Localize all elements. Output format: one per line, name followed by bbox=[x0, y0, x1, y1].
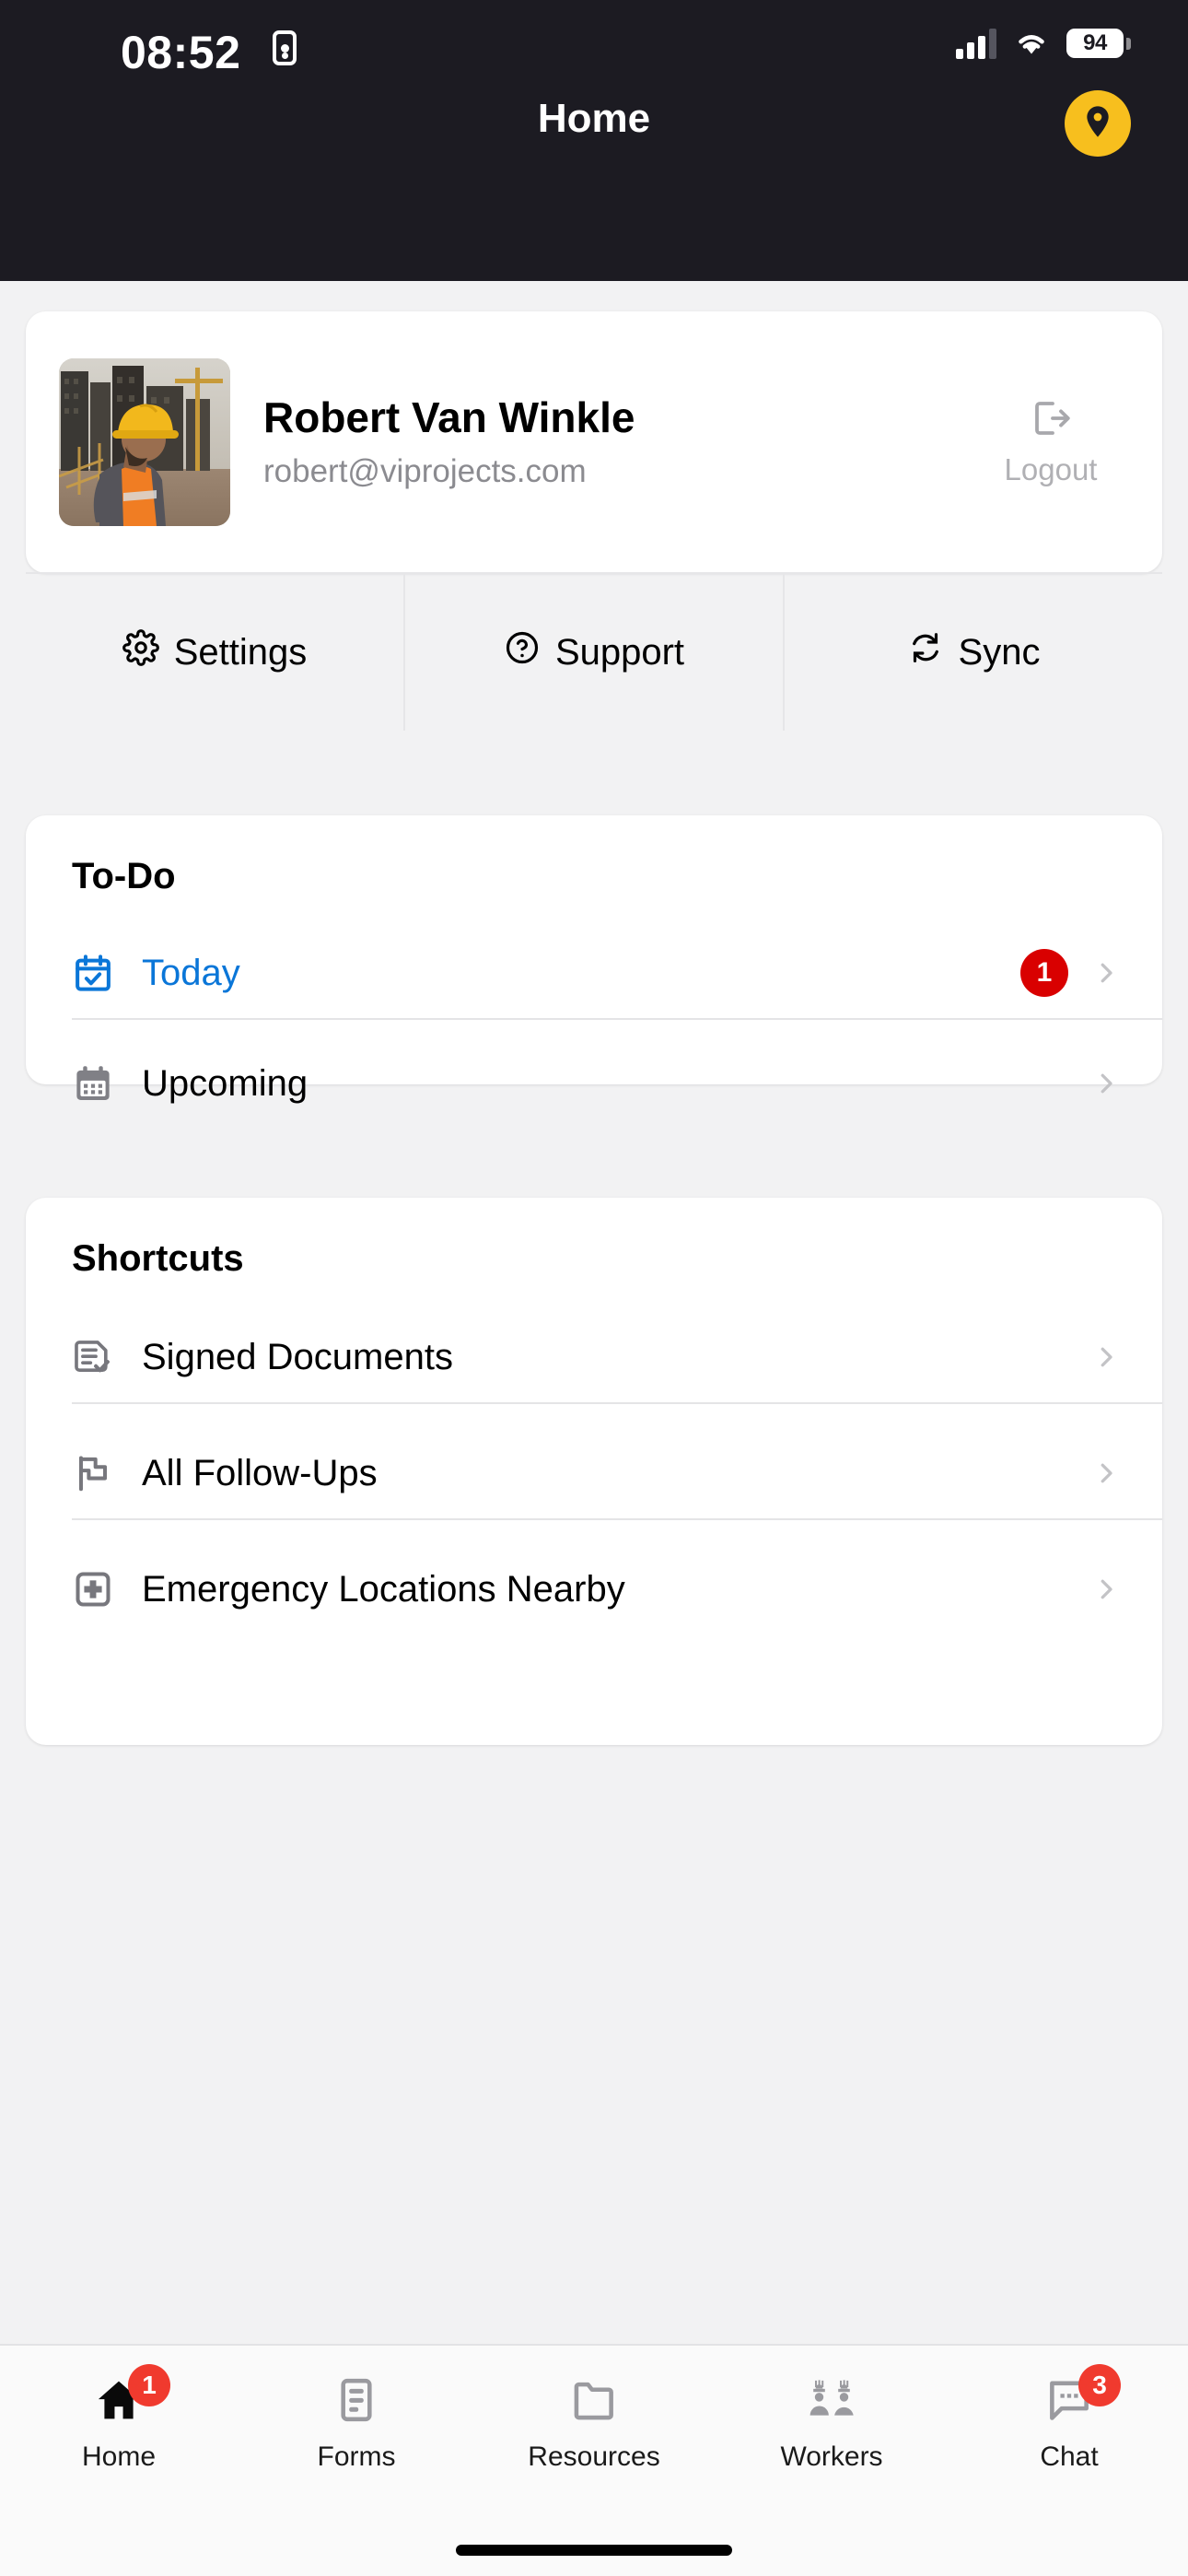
shortcut-all-follow-ups[interactable]: All Follow-Ups bbox=[26, 1428, 1162, 1518]
cellular-signal-icon bbox=[956, 28, 996, 59]
chevron-right-icon bbox=[1092, 1068, 1120, 1099]
location-pin-icon bbox=[1079, 103, 1116, 145]
battery-percent-label: 94 bbox=[1083, 30, 1107, 55]
chevron-right-icon bbox=[1092, 957, 1120, 989]
tab-chat[interactable]: 3 Chat bbox=[950, 2346, 1188, 2512]
medical-cross-icon bbox=[72, 1568, 125, 1610]
sync-label: Sync bbox=[958, 631, 1041, 673]
profile-card: Robert Van Winkle robert@viprojects.com … bbox=[26, 311, 1162, 731]
tab-label: Workers bbox=[780, 2441, 883, 2472]
sync-refresh-icon bbox=[907, 629, 944, 675]
workers-hardhat-icon bbox=[807, 2371, 856, 2429]
wifi-icon bbox=[1013, 29, 1050, 58]
tab-resources[interactable]: Resources bbox=[475, 2346, 713, 2512]
settings-label: Settings bbox=[173, 631, 308, 673]
list-divider bbox=[72, 1518, 1162, 1520]
logout-button[interactable]: Logout bbox=[973, 396, 1129, 487]
forms-document-icon bbox=[332, 2371, 380, 2429]
gear-icon bbox=[122, 629, 159, 675]
todo-item-upcoming[interactable]: Upcoming bbox=[26, 1038, 1162, 1129]
logout-icon bbox=[1029, 396, 1073, 445]
status-bar-time: 08:52 bbox=[121, 27, 241, 78]
tab-label: Home bbox=[81, 2441, 157, 2472]
user-email: robert@viprojects.com bbox=[263, 452, 587, 489]
tab-forms[interactable]: Forms bbox=[238, 2346, 475, 2512]
tab-label: Forms bbox=[317, 2441, 396, 2472]
chat-bubble-icon: 3 bbox=[1045, 2364, 1121, 2429]
todo-item-label: Today bbox=[142, 952, 240, 993]
folder-icon bbox=[570, 2371, 618, 2429]
shortcut-signed-documents[interactable]: Signed Documents bbox=[26, 1312, 1162, 1402]
tab-badge: 1 bbox=[128, 2364, 170, 2406]
bottom-tab-bar: 1 Home Forms Resources Workers 3 Chat bbox=[0, 2344, 1188, 2576]
page-title: Home bbox=[537, 96, 651, 141]
status-badge: 1 bbox=[1020, 949, 1068, 997]
app-header: 08:52 94 Home bbox=[0, 0, 1188, 281]
app-screen: 08:52 94 Home Robert Van Winkle robert@v… bbox=[0, 0, 1188, 2576]
document-check-icon bbox=[72, 1336, 125, 1378]
privacy-lock-icon bbox=[273, 30, 297, 65]
home-icon: 1 bbox=[95, 2364, 170, 2429]
list-divider bbox=[72, 1402, 1162, 1404]
shortcut-label: Signed Documents bbox=[142, 1336, 453, 1377]
logout-label: Logout bbox=[1004, 452, 1098, 486]
shortcuts-card: Shortcuts Signed Documents All Follow-Up… bbox=[26, 1198, 1162, 1745]
support-label: Support bbox=[554, 631, 685, 673]
status-bar: 08:52 94 bbox=[0, 0, 1188, 101]
home-indicator bbox=[456, 2545, 732, 2556]
support-button[interactable]: Support bbox=[403, 574, 783, 731]
profile-text: Robert Van Winkle robert@viprojects.com bbox=[230, 392, 973, 492]
location-pin-button[interactable] bbox=[1065, 90, 1131, 157]
shortcut-emergency-locations[interactable]: Emergency Locations Nearby bbox=[26, 1544, 1162, 1634]
todo-card: To-Do Today 1 Upcoming bbox=[26, 815, 1162, 1104]
tab-label: Resources bbox=[528, 2441, 660, 2472]
battery-indicator: 94 bbox=[1066, 29, 1131, 58]
profile-row: Robert Van Winkle robert@viprojects.com … bbox=[26, 311, 1162, 574]
tab-label: Chat bbox=[1040, 2441, 1099, 2472]
shortcuts-title: Shortcuts bbox=[72, 1238, 244, 1279]
calendar-days-icon bbox=[72, 1062, 125, 1105]
chevron-right-icon bbox=[1092, 1574, 1120, 1605]
tab-badge: 3 bbox=[1078, 2364, 1121, 2406]
construction-worker-avatar bbox=[59, 357, 230, 526]
avatar bbox=[59, 357, 230, 526]
todo-item-label: Upcoming bbox=[142, 1062, 309, 1104]
sync-button[interactable]: Sync bbox=[783, 574, 1162, 731]
tab-home[interactable]: 1 Home bbox=[0, 2346, 238, 2512]
settings-button[interactable]: Settings bbox=[26, 574, 403, 731]
question-circle-icon bbox=[504, 629, 541, 675]
list-divider bbox=[72, 1018, 1162, 1020]
chevron-right-icon bbox=[1092, 1341, 1120, 1373]
tab-workers[interactable]: Workers bbox=[713, 2346, 950, 2512]
flag-icon bbox=[72, 1452, 125, 1494]
quick-actions-row: Settings Support Sync bbox=[26, 574, 1162, 731]
shortcut-label: All Follow-Ups bbox=[142, 1452, 378, 1493]
shortcut-label: Emergency Locations Nearby bbox=[142, 1568, 625, 1610]
status-bar-indicators: 94 bbox=[956, 28, 1131, 59]
todo-item-today[interactable]: Today 1 bbox=[26, 928, 1162, 1018]
user-name: Robert Van Winkle bbox=[263, 392, 635, 441]
chevron-right-icon bbox=[1092, 1458, 1120, 1489]
calendar-check-icon bbox=[72, 952, 125, 994]
todo-title: To-Do bbox=[72, 856, 176, 896]
